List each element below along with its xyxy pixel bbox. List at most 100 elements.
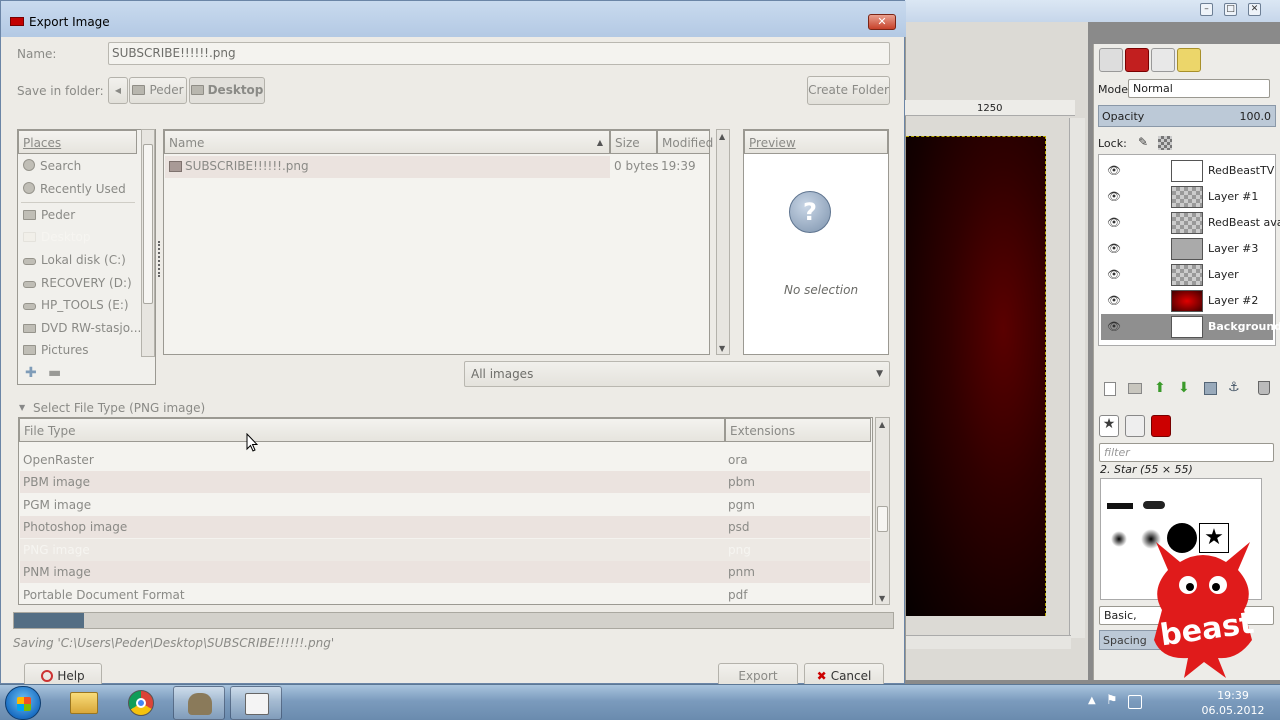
lower-layer-icon[interactable]: ⬇ xyxy=(1178,380,1190,396)
lock-alpha-icon[interactable] xyxy=(1158,136,1172,150)
dialog-close-button[interactable]: ✕ xyxy=(868,14,896,30)
brush-swatch[interactable] xyxy=(1143,501,1165,509)
lock-pixels-icon[interactable]: ✎ xyxy=(1138,135,1148,149)
anchor-icon[interactable]: ⚓ xyxy=(1228,380,1240,395)
layer-row[interactable]: 👁 Layer #3 xyxy=(1101,236,1273,262)
new-group-icon[interactable] xyxy=(1128,383,1142,394)
raise-layer-icon[interactable]: ⬆ xyxy=(1154,380,1166,396)
layer-row[interactable]: 👁 RedBeast avata xyxy=(1101,210,1280,236)
taskbar-gimp[interactable] xyxy=(173,686,225,720)
filename-input[interactable]: SUBSCRIBE!!!!!!.png xyxy=(108,42,890,65)
create-folder-button[interactable]: Create Folder xyxy=(807,76,890,105)
brush-swatch[interactable] xyxy=(1107,503,1133,509)
select-file-type-toggle[interactable]: Select File Type (PNG image) xyxy=(33,401,205,415)
show-hidden-icons[interactable]: ▲ xyxy=(1088,695,1096,706)
brush-star-selected[interactable]: ★ xyxy=(1199,523,1229,553)
remove-bookmark-icon[interactable]: ▬ xyxy=(48,365,61,381)
scrollbar-thumb[interactable] xyxy=(877,506,888,532)
files-header-size[interactable]: Size xyxy=(610,130,657,154)
place-pictures[interactable]: Pictures xyxy=(23,343,89,357)
start-button[interactable] xyxy=(5,686,41,720)
brush-set-select[interactable]: Basic, xyxy=(1099,606,1274,625)
image-canvas[interactable] xyxy=(906,136,1046,616)
mode-select[interactable]: Normal xyxy=(1128,79,1270,98)
layer-row-selected[interactable]: 👁 Background xyxy=(1101,314,1280,340)
layer-row[interactable]: 👁 RedBeastTV xyxy=(1101,158,1274,184)
layer-row[interactable]: 👁 Layer xyxy=(1101,262,1273,288)
layers-tab-icon[interactable] xyxy=(1099,48,1123,72)
file-type-row-selected[interactable]: PNG image png xyxy=(20,539,870,561)
brushes-grid[interactable]: ★ xyxy=(1100,478,1262,600)
places-scrollbar[interactable] xyxy=(141,129,155,357)
brush-swatch[interactable] xyxy=(1167,523,1197,553)
duplicate-layer-icon[interactable] xyxy=(1204,382,1217,395)
file-filter-select[interactable]: All images ▼ xyxy=(464,361,890,387)
maximize-button[interactable]: □ xyxy=(1224,3,1237,16)
spacing-slider[interactable]: Spacing xyxy=(1099,630,1169,650)
scroll-up-icon[interactable]: ▲ xyxy=(879,420,885,429)
file-type-row[interactable]: PBM image pbm xyxy=(20,471,870,493)
eye-icon[interactable]: 👁 xyxy=(1107,268,1121,281)
eye-icon[interactable]: 👁 xyxy=(1107,164,1121,177)
paths-tab-icon[interactable] xyxy=(1151,48,1175,72)
ft-header-type[interactable]: File Type xyxy=(19,418,725,442)
place-local-disk[interactable]: Lokal disk (C:) xyxy=(23,253,126,267)
taskbar-window[interactable] xyxy=(230,686,282,720)
ft-header-ext[interactable]: Extensions xyxy=(725,418,871,442)
eye-icon[interactable]: 👁 xyxy=(1107,320,1121,333)
place-dvd[interactable]: DVD RW-stasjo... xyxy=(23,321,141,335)
patterns-tab-icon[interactable] xyxy=(1125,415,1145,437)
brush-filter-input[interactable]: filter xyxy=(1099,443,1274,462)
file-type-row[interactable]: Portable Document Format pdf xyxy=(20,584,870,606)
scroll-up-icon[interactable]: ▲ xyxy=(719,132,725,141)
file-type-scrollbar[interactable]: ▲ ▼ xyxy=(875,417,890,605)
taskbar-explorer[interactable] xyxy=(58,686,110,720)
canvas-horizontal-scrollbar[interactable] xyxy=(906,635,1071,649)
system-clock[interactable]: 19:39 06.05.2012 xyxy=(1198,688,1268,718)
gradients-tab-icon[interactable] xyxy=(1151,415,1171,437)
file-row[interactable]: SUBSCRIBE!!!!!!.png xyxy=(165,156,610,178)
new-layer-icon[interactable] xyxy=(1104,382,1116,396)
place-peder[interactable]: Peder xyxy=(23,208,75,222)
place-desktop[interactable]: Desktop xyxy=(23,230,91,244)
breadcrumb-desktop[interactable]: Desktop xyxy=(189,77,265,104)
add-bookmark-icon[interactable]: ✚ xyxy=(25,365,37,381)
files-header-modified[interactable]: Modified xyxy=(657,130,713,154)
path-back-button[interactable]: ◀ xyxy=(108,77,128,104)
minimize-button[interactable]: – xyxy=(1200,3,1213,16)
layer-row[interactable]: 👁 Layer #2 xyxy=(1101,288,1273,314)
brush-swatch[interactable] xyxy=(1111,531,1127,547)
place-recently-used[interactable]: Recently Used xyxy=(23,182,126,196)
places-header[interactable]: Places xyxy=(18,130,137,154)
delete-layer-icon[interactable] xyxy=(1258,381,1270,395)
file-type-row[interactable]: PGM image pgm xyxy=(20,494,870,516)
scroll-down-icon[interactable]: ▼ xyxy=(879,594,885,603)
action-center-icon[interactable] xyxy=(1128,695,1142,709)
file-type-row[interactable]: PNM image pnm xyxy=(20,561,870,583)
place-hp-tools[interactable]: HP_TOOLS (E:) xyxy=(23,298,129,312)
expander-icon[interactable]: ▼ xyxy=(19,403,25,412)
files-scrollbar[interactable]: ▲ ▼ xyxy=(716,129,730,355)
undo-tab-icon[interactable] xyxy=(1177,48,1201,72)
scrollbar-thumb[interactable] xyxy=(143,144,153,304)
brush-swatch[interactable] xyxy=(1141,529,1161,549)
brushes-tab-icon[interactable]: ★ xyxy=(1099,415,1119,437)
flag-icon[interactable]: ⚑ xyxy=(1106,693,1118,708)
opacity-slider[interactable]: Opacity 100.0 xyxy=(1098,105,1276,127)
scroll-down-icon[interactable]: ▼ xyxy=(719,344,725,353)
file-type-row[interactable]: Photoshop image psd xyxy=(20,516,870,538)
eye-icon[interactable]: 👁 xyxy=(1107,190,1121,203)
canvas-vertical-scrollbar[interactable] xyxy=(1069,118,1085,638)
place-recovery[interactable]: RECOVERY (D:) xyxy=(23,276,132,290)
layer-row[interactable]: 👁 Layer #1 xyxy=(1101,184,1273,210)
taskbar-chrome[interactable] xyxy=(116,686,168,720)
close-icon[interactable]: ✕ xyxy=(1248,3,1261,16)
channels-tab-icon[interactable] xyxy=(1125,48,1149,72)
place-search[interactable]: Search xyxy=(23,159,81,173)
file-type-row[interactable]: OpenRaster ora xyxy=(20,449,870,471)
eye-icon[interactable]: 👁 xyxy=(1107,294,1121,307)
breadcrumb-peder[interactable]: Peder xyxy=(129,77,187,104)
eye-icon[interactable]: 👁 xyxy=(1107,242,1121,255)
eye-icon[interactable]: 👁 xyxy=(1107,216,1121,229)
files-header-name[interactable]: Name ▲ xyxy=(164,130,610,154)
